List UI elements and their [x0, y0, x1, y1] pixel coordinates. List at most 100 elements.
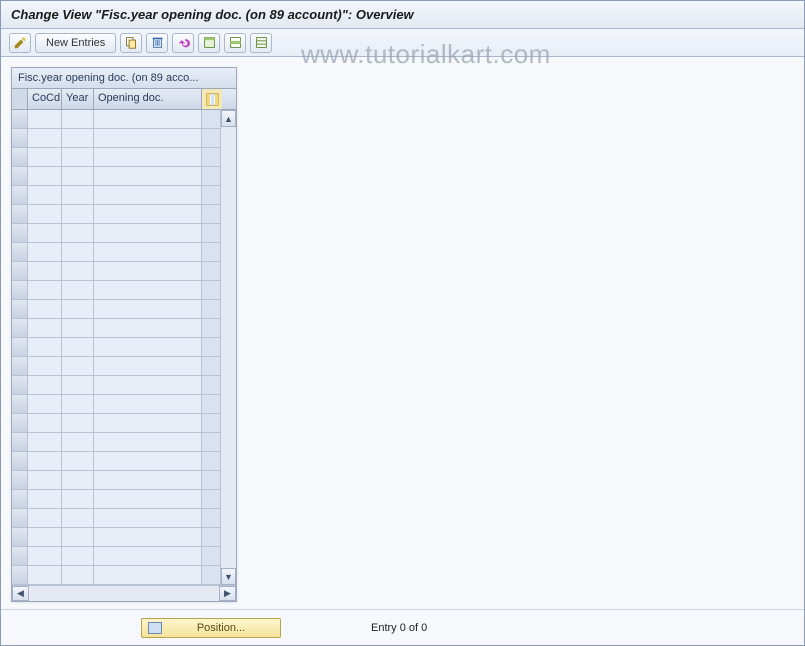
- cell-year[interactable]: [62, 528, 94, 546]
- cell-cocd[interactable]: [28, 433, 62, 451]
- cell-cocd[interactable]: [28, 148, 62, 166]
- cell-year[interactable]: [62, 566, 94, 584]
- row-selector-cell[interactable]: [12, 338, 28, 356]
- cell-cocd[interactable]: [28, 262, 62, 280]
- table-row[interactable]: [12, 167, 220, 186]
- cell-year[interactable]: [62, 414, 94, 432]
- cell-cocd[interactable]: [28, 528, 62, 546]
- cell-year[interactable]: [62, 490, 94, 508]
- row-selector-cell[interactable]: [12, 471, 28, 489]
- scroll-up-button[interactable]: ▲: [221, 110, 236, 127]
- row-selector-cell[interactable]: [12, 300, 28, 318]
- cell-year[interactable]: [62, 262, 94, 280]
- row-selector-cell[interactable]: [12, 186, 28, 204]
- row-selector-cell[interactable]: [12, 243, 28, 261]
- table-row[interactable]: [12, 509, 220, 528]
- cell-opening-doc[interactable]: [94, 357, 202, 375]
- cell-cocd[interactable]: [28, 490, 62, 508]
- cell-year[interactable]: [62, 509, 94, 527]
- cell-opening-doc[interactable]: [94, 395, 202, 413]
- cell-opening-doc[interactable]: [94, 547, 202, 565]
- cell-year[interactable]: [62, 376, 94, 394]
- select-block-button[interactable]: [224, 33, 246, 53]
- cell-year[interactable]: [62, 224, 94, 242]
- row-selector-cell[interactable]: [12, 262, 28, 280]
- table-row[interactable]: [12, 148, 220, 167]
- cell-cocd[interactable]: [28, 338, 62, 356]
- cell-opening-doc[interactable]: [94, 509, 202, 527]
- cell-year[interactable]: [62, 167, 94, 185]
- row-selector-cell[interactable]: [12, 414, 28, 432]
- cell-cocd[interactable]: [28, 281, 62, 299]
- cell-opening-doc[interactable]: [94, 338, 202, 356]
- cell-year[interactable]: [62, 110, 94, 128]
- cell-opening-doc[interactable]: [94, 433, 202, 451]
- table-row[interactable]: [12, 471, 220, 490]
- cell-cocd[interactable]: [28, 129, 62, 147]
- delete-button[interactable]: [146, 33, 168, 53]
- cell-year[interactable]: [62, 148, 94, 166]
- row-selector-cell[interactable]: [12, 148, 28, 166]
- row-selector-cell[interactable]: [12, 110, 28, 128]
- cell-cocd[interactable]: [28, 376, 62, 394]
- cell-year[interactable]: [62, 547, 94, 565]
- cell-cocd[interactable]: [28, 319, 62, 337]
- scroll-left-button[interactable]: ◀: [12, 586, 29, 601]
- cell-year[interactable]: [62, 319, 94, 337]
- row-selector-cell[interactable]: [12, 224, 28, 242]
- table-row[interactable]: [12, 452, 220, 471]
- row-selector-cell[interactable]: [12, 167, 28, 185]
- row-selector-cell[interactable]: [12, 490, 28, 508]
- column-header-year[interactable]: Year: [62, 89, 94, 109]
- table-row[interactable]: [12, 110, 220, 129]
- cell-cocd[interactable]: [28, 167, 62, 185]
- cell-opening-doc[interactable]: [94, 528, 202, 546]
- column-header-cocd[interactable]: CoCd: [28, 89, 62, 109]
- cell-year[interactable]: [62, 452, 94, 470]
- cell-opening-doc[interactable]: [94, 471, 202, 489]
- cell-year[interactable]: [62, 205, 94, 223]
- cell-cocd[interactable]: [28, 110, 62, 128]
- cell-opening-doc[interactable]: [94, 186, 202, 204]
- toggle-display-change-button[interactable]: [9, 33, 31, 53]
- cell-year[interactable]: [62, 281, 94, 299]
- row-selector-cell[interactable]: [12, 281, 28, 299]
- table-row[interactable]: [12, 205, 220, 224]
- cell-cocd[interactable]: [28, 547, 62, 565]
- scroll-right-button[interactable]: ▶: [219, 586, 236, 601]
- table-row[interactable]: [12, 547, 220, 566]
- table-row[interactable]: [12, 224, 220, 243]
- cell-opening-doc[interactable]: [94, 205, 202, 223]
- cell-year[interactable]: [62, 300, 94, 318]
- cell-cocd[interactable]: [28, 414, 62, 432]
- cell-year[interactable]: [62, 433, 94, 451]
- cell-cocd[interactable]: [28, 471, 62, 489]
- row-selector-cell[interactable]: [12, 129, 28, 147]
- cell-cocd[interactable]: [28, 509, 62, 527]
- table-row[interactable]: [12, 414, 220, 433]
- row-selector-cell[interactable]: [12, 376, 28, 394]
- cell-opening-doc[interactable]: [94, 319, 202, 337]
- horizontal-scroll-track[interactable]: [29, 586, 219, 601]
- cell-cocd[interactable]: [28, 300, 62, 318]
- position-button[interactable]: Position...: [141, 618, 281, 638]
- table-row[interactable]: [12, 262, 220, 281]
- cell-cocd[interactable]: [28, 186, 62, 204]
- cell-opening-doc[interactable]: [94, 490, 202, 508]
- table-row[interactable]: [12, 338, 220, 357]
- cell-opening-doc[interactable]: [94, 110, 202, 128]
- table-row[interactable]: [12, 129, 220, 148]
- table-row[interactable]: [12, 395, 220, 414]
- row-selector-header[interactable]: [12, 89, 28, 109]
- select-all-button[interactable]: [198, 33, 220, 53]
- table-row[interactable]: [12, 528, 220, 547]
- column-header-opening-doc[interactable]: Opening doc.: [94, 89, 202, 109]
- cell-cocd[interactable]: [28, 452, 62, 470]
- cell-year[interactable]: [62, 357, 94, 375]
- table-row[interactable]: [12, 433, 220, 452]
- cell-opening-doc[interactable]: [94, 224, 202, 242]
- table-row[interactable]: [12, 300, 220, 319]
- table-row[interactable]: [12, 376, 220, 395]
- table-row[interactable]: [12, 186, 220, 205]
- table-row[interactable]: [12, 566, 220, 585]
